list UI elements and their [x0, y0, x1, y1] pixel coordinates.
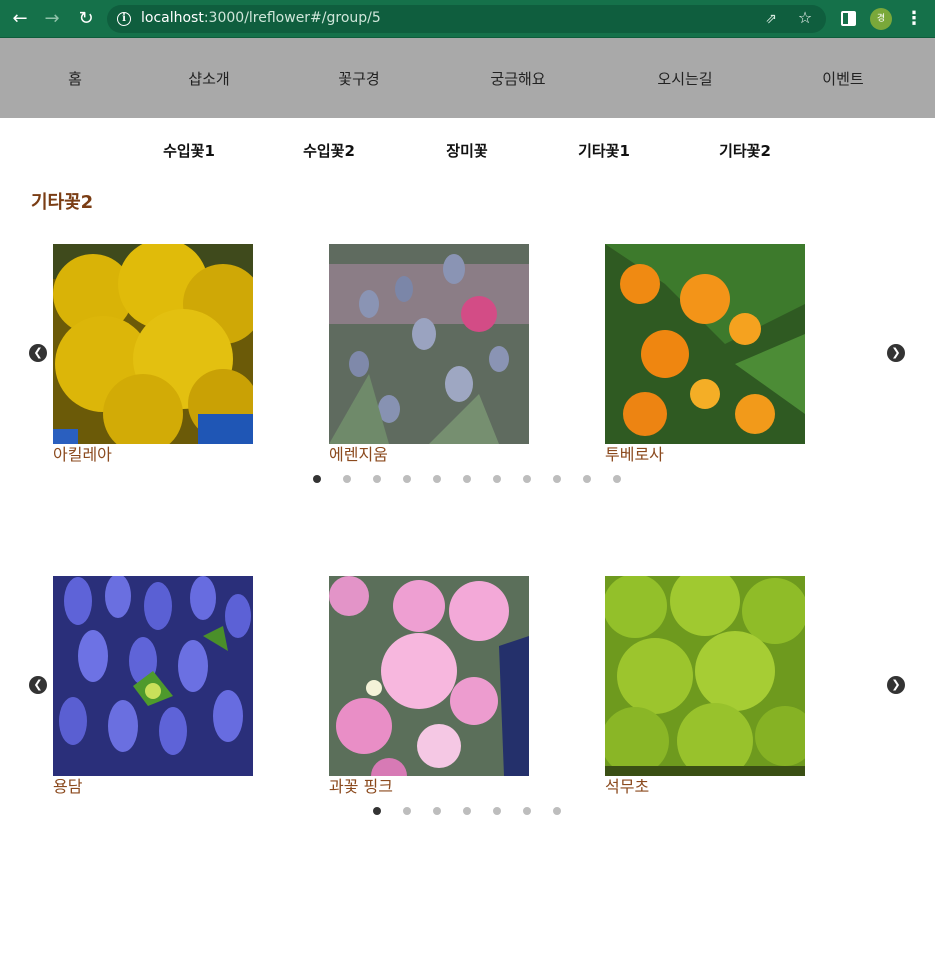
avatar[interactable]: 경 [870, 8, 892, 30]
chevron-left-icon[interactable]: ❮ [29, 344, 47, 362]
carousel-dot[interactable] [463, 807, 471, 815]
subnav-other-2[interactable]: 기타꽃2 [719, 140, 771, 161]
nav-item-faq[interactable]: 궁금해요 [490, 68, 545, 89]
subnav-imported-2[interactable]: 수입꽃2 [303, 140, 355, 161]
flower-label[interactable]: 석무초 [605, 776, 805, 798]
carousel-dot[interactable] [523, 807, 531, 815]
reload-icon[interactable]: ↻ [75, 8, 97, 30]
subnav-other-1[interactable]: 기타꽃1 [578, 140, 630, 161]
url-path: :3000/lreflower#/group/5 [203, 10, 381, 26]
carousel-dot[interactable] [403, 807, 411, 815]
flower-label[interactable]: 과꽃 핑크 [329, 776, 529, 798]
yellow-achillea-photo[interactable] [53, 244, 253, 444]
flower-carousel-1: ❮ ❯ 아킬레아 에렌지움 투베로사 [0, 244, 935, 504]
carousel-dot[interactable] [583, 475, 591, 483]
pink-aster-photo[interactable] [329, 576, 529, 776]
carousel-dot[interactable] [433, 807, 441, 815]
blue-gentian-photo[interactable] [53, 576, 253, 776]
flower-card[interactable]: 석무초 [605, 576, 805, 798]
share-icon[interactable]: ⇗ [762, 10, 780, 28]
carousel-dot[interactable] [613, 475, 621, 483]
carousel-dot[interactable] [553, 807, 561, 815]
nav-item-directions[interactable]: 오시는길 [657, 68, 712, 89]
carousel-dot[interactable] [523, 475, 531, 483]
nav-item-shop-intro[interactable]: 샵소개 [188, 68, 229, 89]
carousel-dot[interactable] [343, 475, 351, 483]
url-text[interactable]: localhost:3000/lreflower#/group/5 [141, 10, 381, 26]
blue-eryngium-photo[interactable] [329, 244, 529, 444]
back-arrow-icon[interactable]: ← [9, 8, 31, 30]
star-icon[interactable]: ☆ [796, 9, 814, 27]
carousel-dots [373, 807, 563, 817]
flower-card[interactable]: 투베로사 [605, 244, 805, 466]
carousel-dots [313, 475, 623, 485]
info-icon[interactable]: i [117, 12, 131, 26]
carousel-dot[interactable] [403, 475, 411, 483]
kebab-menu-icon[interactable]: ⋮ [905, 8, 923, 30]
nav-item-events[interactable]: 이벤트 [822, 68, 863, 89]
url-host: localhost [141, 10, 204, 26]
nav-item-flower-gallery[interactable]: 꽃구경 [338, 68, 379, 89]
chevron-left-icon[interactable]: ❮ [29, 676, 47, 694]
carousel-dot[interactable] [373, 807, 381, 815]
green-foliage-photo[interactable] [605, 576, 805, 776]
chevron-right-icon[interactable]: ❯ [887, 344, 905, 362]
carousel-dot[interactable] [463, 475, 471, 483]
address-bar[interactable]: i localhost:3000/lreflower#/group/5 ⇗ ☆ [107, 5, 826, 33]
flower-label[interactable]: 아킬레아 [53, 444, 253, 466]
carousel-dot[interactable] [313, 475, 321, 483]
flower-card[interactable]: 과꽃 핑크 [329, 576, 529, 798]
orange-tuberosa-photo[interactable] [605, 244, 805, 444]
flower-carousel-2: ❮ ❯ 용담 과꽃 핑크 석무초 [0, 576, 935, 836]
chevron-right-icon[interactable]: ❯ [887, 676, 905, 694]
forward-arrow-icon[interactable]: → [41, 8, 63, 30]
side-panel-icon[interactable] [841, 11, 856, 26]
flower-card[interactable]: 용담 [53, 576, 253, 798]
page-title: 기타꽃2 [31, 192, 94, 213]
browser-toolbar: ← → ↻ i localhost:3000/lreflower#/group/… [0, 0, 935, 38]
carousel-dot[interactable] [373, 475, 381, 483]
subnav-imported-1[interactable]: 수입꽃1 [163, 140, 215, 161]
nav-item-home[interactable]: 홈 [68, 68, 82, 89]
carousel-dot[interactable] [553, 475, 561, 483]
flower-label[interactable]: 에렌지움 [329, 444, 529, 466]
carousel-dot[interactable] [433, 475, 441, 483]
flower-label[interactable]: 투베로사 [605, 444, 805, 466]
flower-label[interactable]: 용담 [53, 776, 253, 798]
flower-card[interactable]: 아킬레아 [53, 244, 253, 466]
subnav-roses[interactable]: 장미꽃 [446, 140, 487, 161]
flower-card[interactable]: 에렌지움 [329, 244, 529, 466]
site-nav: 홈 샵소개 꽃구경 궁금해요 오시는길 이벤트 [0, 38, 935, 118]
carousel-dot[interactable] [493, 807, 501, 815]
carousel-dot[interactable] [493, 475, 501, 483]
